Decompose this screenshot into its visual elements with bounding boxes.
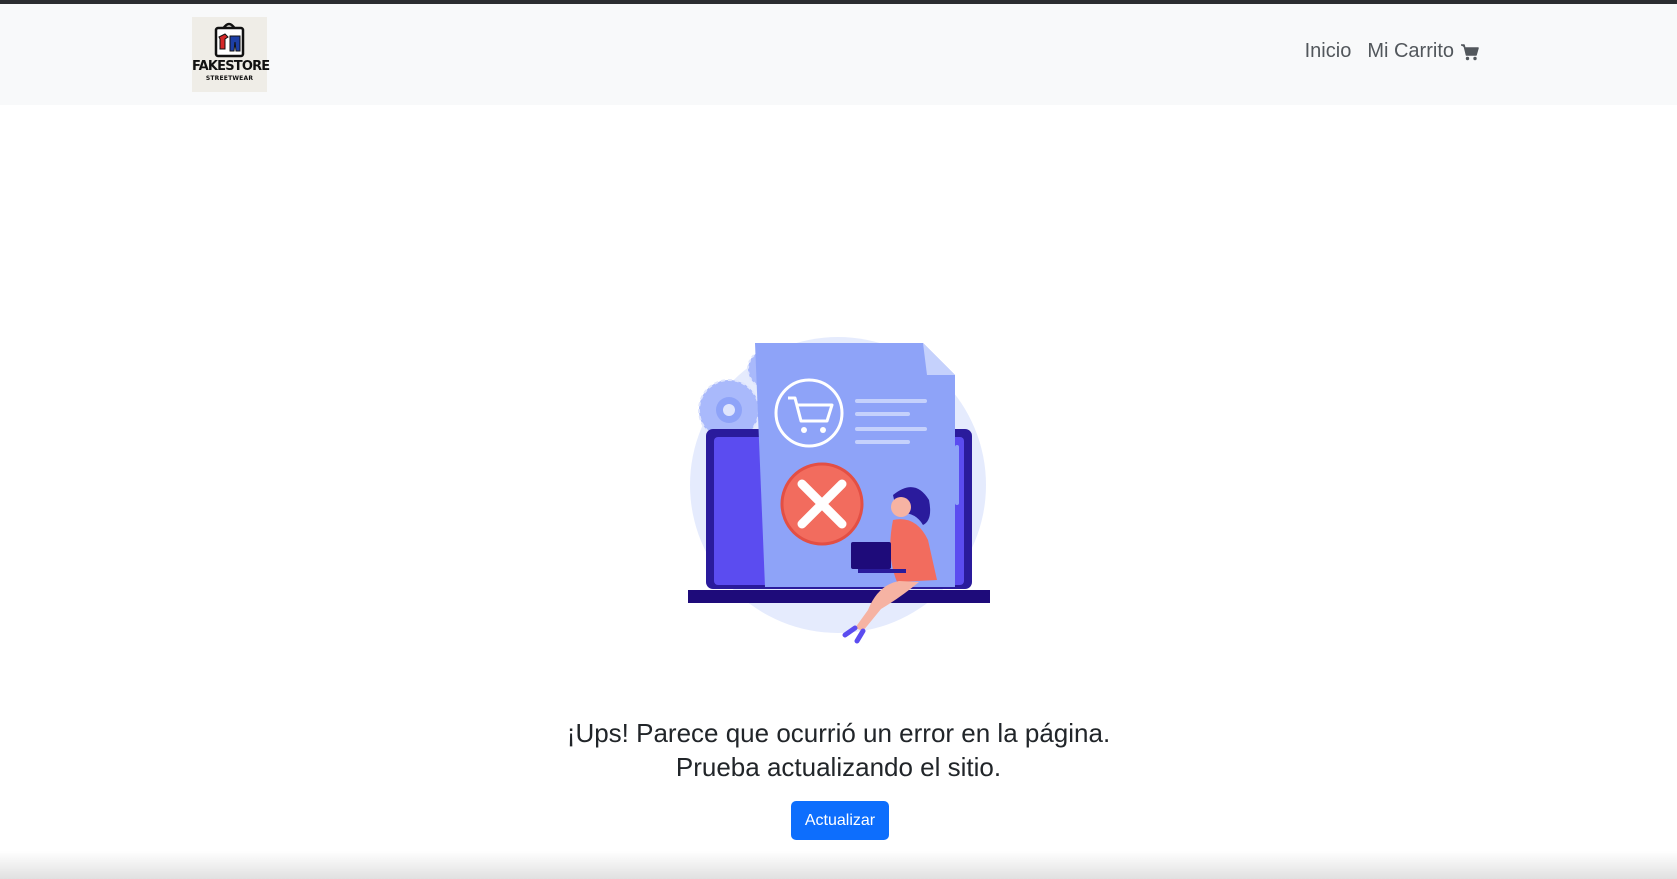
nav-links: Inicio Mi Carrito: [1305, 40, 1480, 63]
navbar: FAKESTORE STREETWEAR Inicio Mi Carrito: [0, 4, 1677, 105]
document-page-corner: [923, 343, 955, 375]
laptop-base: [688, 590, 990, 603]
error-message: ¡Ups! Parece que ocurrió un error en la …: [0, 716, 1677, 784]
nav-link-mi-carrito[interactable]: Mi Carrito: [1367, 40, 1480, 63]
nav-link-inicio[interactable]: Inicio: [1305, 40, 1352, 63]
shopping-bag-logo-icon: [214, 22, 245, 58]
error-message-line-2: Prueba actualizando el sitio.: [675, 752, 1002, 782]
error-illustration: [688, 337, 990, 644]
logo-tagline-text: STREETWEAR: [205, 75, 254, 82]
cart-icon: [1461, 43, 1479, 60]
logo-brand-text: FAKESTORE: [192, 59, 270, 74]
error-x-icon: [780, 462, 864, 546]
nav-link-inicio-label: Inicio: [1304, 40, 1352, 62]
nav-link-mi-carrito-label: Mi Carrito: [1367, 40, 1454, 62]
refresh-button[interactable]: Actualizar: [791, 801, 889, 840]
bottom-shadow: [0, 851, 1677, 879]
error-message-line-1: ¡Ups! Parece que ocurrió un error en la …: [566, 718, 1111, 748]
store-logo[interactable]: FAKESTORE STREETWEAR: [192, 17, 270, 92]
